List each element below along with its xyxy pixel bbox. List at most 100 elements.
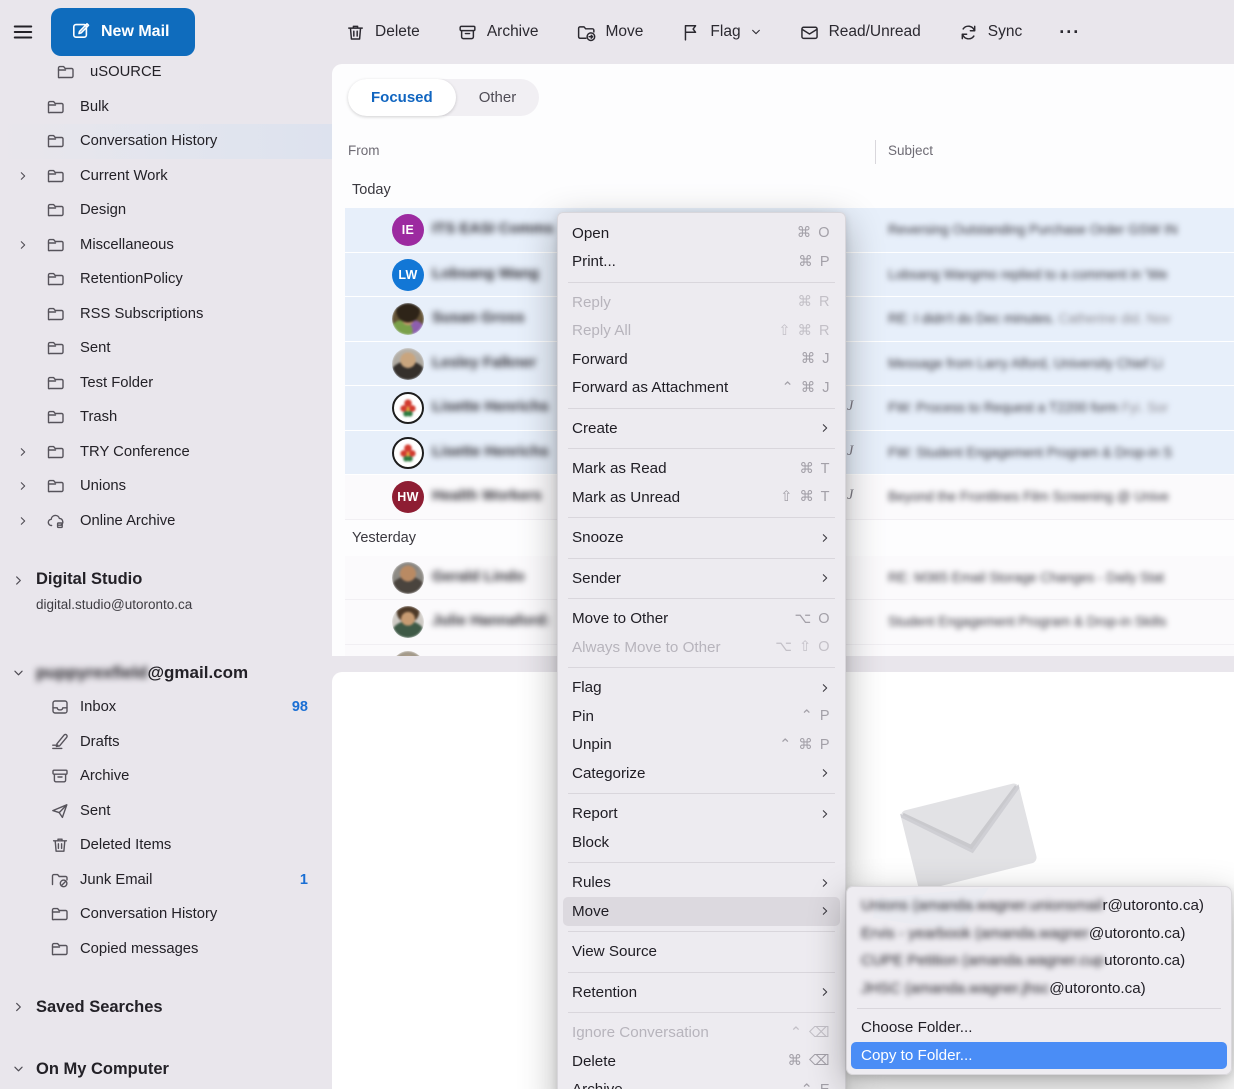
toolbar-label: Flag: [710, 23, 740, 41]
chevron-right-icon: [17, 480, 29, 492]
context-menu: Open⌘ OPrint...⌘ PReply⌘ RReply All⇧ ⌘ R…: [557, 212, 846, 1089]
menu-item-block[interactable]: Block: [563, 828, 840, 857]
sync-icon: [958, 22, 979, 43]
avatar: HW: [392, 481, 424, 513]
sidebar-item-drafts[interactable]: Drafts: [0, 725, 332, 760]
sidebar-item-rss-subscriptions[interactable]: RSS Subscriptions: [0, 297, 332, 332]
sidebar-item-sent[interactable]: Sent: [0, 331, 332, 366]
menu-item-create[interactable]: Create: [563, 414, 840, 443]
toolbar-flag-button[interactable]: Flag: [680, 22, 761, 43]
folder-icon: [46, 131, 66, 151]
sidebar-item-try-conference[interactable]: TRY Conference: [0, 435, 332, 470]
menu-divider: [568, 972, 835, 973]
menu-item-label: View Source: [572, 943, 831, 960]
unread-count-badge: 98: [292, 699, 308, 715]
column-subject[interactable]: Subject: [888, 143, 933, 158]
column-headers: From Subject: [332, 140, 1234, 166]
menu-item-snooze[interactable]: Snooze: [563, 524, 840, 553]
sidebar-item-usource[interactable]: uSOURCE: [0, 55, 332, 90]
menu-item-forward[interactable]: Forward⌘ J: [563, 345, 840, 374]
sidebar-item-design[interactable]: Design: [0, 193, 332, 228]
toolbar-archive-button[interactable]: Archive: [457, 22, 539, 43]
chevron-right-icon[interactable]: [12, 574, 25, 587]
sidebar-item-retentionpolicy[interactable]: RetentionPolicy: [0, 262, 332, 297]
cloud-icon: [46, 511, 66, 531]
menu-item-rules[interactable]: Rules: [563, 869, 840, 898]
sidebar-item-copied-messages[interactable]: Copied messages: [0, 932, 332, 967]
submenu-folder-item[interactable]: Unions (amanda.wagner.unionsmailr@utoron…: [851, 892, 1227, 920]
folder-name-blurred: Unions (amanda.wagner.unionsmail: [861, 897, 1102, 914]
menu-item-flag[interactable]: Flag: [563, 674, 840, 703]
tab-focused[interactable]: Focused: [348, 79, 456, 116]
menu-divider: [568, 558, 835, 559]
menu-item-report[interactable]: Report: [563, 800, 840, 829]
menu-item-label: Ignore Conversation: [572, 1024, 790, 1041]
submenu-folder-item[interactable]: Ervis - yearbook (amanda.wagner@utoronto…: [851, 920, 1227, 948]
menu-item-mark-as-read[interactable]: Mark as Read⌘ T: [563, 455, 840, 484]
menu-item-retention[interactable]: Retention: [563, 978, 840, 1007]
sidebar-item-miscellaneous[interactable]: Miscellaneous: [0, 228, 332, 263]
sidebar-item-unions[interactable]: Unions: [0, 469, 332, 504]
sidebar-item-conversation-history[interactable]: Conversation History: [0, 897, 332, 932]
menu-item-view-source[interactable]: View Source: [563, 938, 840, 967]
hamburger-menu-icon[interactable]: [10, 19, 36, 45]
on-my-computer-header[interactable]: On My Computer: [0, 1052, 332, 1086]
sidebar-item-label: Miscellaneous: [80, 237, 174, 253]
column-from[interactable]: From: [348, 143, 380, 158]
sidebar-item-inbox[interactable]: Inbox98: [0, 690, 332, 725]
menu-item-archive[interactable]: Archive⌃ E: [563, 1076, 840, 1089]
menu-item-move-to-other[interactable]: Move to Other⌥ O: [563, 605, 840, 634]
new-mail-button[interactable]: New Mail: [51, 8, 195, 56]
submenu-item-choose-folder[interactable]: Choose Folder...: [851, 1014, 1227, 1042]
chevron-down-icon[interactable]: [12, 667, 25, 680]
column-divider: [875, 140, 876, 164]
menu-item-forward-as-attachment[interactable]: Forward as Attachment⌃ ⌘ J: [563, 374, 840, 403]
menu-item-pin[interactable]: Pin⌃ P: [563, 702, 840, 731]
chevron-right-icon[interactable]: [12, 1001, 25, 1014]
sender-name-blurred: Julie Hannaford:: [432, 612, 550, 629]
sidebar-item-bulk[interactable]: Bulk: [0, 90, 332, 125]
chevron-right-icon: [17, 170, 29, 182]
sidebar-item-trash[interactable]: Trash: [0, 400, 332, 435]
gmail-folder-list: Inbox98DraftsArchiveSentDeleted ItemsJun…: [0, 690, 332, 966]
chevron-down-icon: [12, 667, 25, 680]
avatar: [392, 651, 424, 657]
sidebar-item-deleted-items[interactable]: Deleted Items: [0, 828, 332, 863]
sidebar-item-archive[interactable]: Archive: [0, 759, 332, 794]
sidebar-item-conversation-history[interactable]: Conversation History: [0, 124, 332, 159]
saved-searches-header[interactable]: Saved Searches: [0, 990, 332, 1024]
sender-name-blurred: Lisette Henrichs: [432, 443, 549, 460]
toolbar-move-button[interactable]: Move: [576, 22, 644, 43]
menu-item-print[interactable]: Print...⌘ P: [563, 248, 840, 277]
account-gmail[interactable]: puppyrexfield@gmail.com: [0, 656, 332, 690]
menu-item-unpin[interactable]: Unpin⌃ ⌘ P: [563, 731, 840, 760]
sidebar-item-online-archive[interactable]: Online Archive: [0, 504, 332, 539]
sidebar-item-sent[interactable]: Sent: [0, 794, 332, 829]
toolbar-delete-button[interactable]: Delete: [345, 22, 420, 43]
submenu-folder-item[interactable]: JHSC (amanda.wagner.jhsc@utoronto.ca): [851, 975, 1227, 1003]
menu-item-reply: Reply⌘ R: [563, 288, 840, 317]
toolbar--button[interactable]: ···: [1059, 27, 1080, 37]
sidebar-item-current-work[interactable]: Current Work: [0, 159, 332, 194]
menu-item-move[interactable]: Move: [563, 897, 840, 926]
chevron-down-icon[interactable]: [12, 1063, 25, 1076]
menu-item-mark-as-unread[interactable]: Mark as Unread⇧ ⌘ T: [563, 483, 840, 512]
submenu-folder-item[interactable]: CUPE Petition (amanda.wagner.cuputoronto…: [851, 947, 1227, 975]
menu-item-delete[interactable]: Delete⌘ ⌫: [563, 1047, 840, 1076]
menu-item-open[interactable]: Open⌘ O: [563, 219, 840, 248]
sidebar-item-test-folder[interactable]: Test Folder: [0, 366, 332, 401]
sidebar-item-junk-email[interactable]: Junk Email1: [0, 863, 332, 898]
folder-list: uSOURCEBulkConversation HistoryCurrent W…: [0, 55, 332, 538]
toolbar-sync-button[interactable]: Sync: [958, 22, 1022, 43]
submenu-item-copy-to-folder[interactable]: Copy to Folder...: [851, 1042, 1227, 1070]
menu-item-sender[interactable]: Sender: [563, 564, 840, 593]
toolbar-read-unread-button[interactable]: Read/Unread: [799, 22, 921, 43]
menu-item-label: Sender: [572, 570, 811, 587]
folder-name-blurred: JHSC (amanda.wagner.jhsc: [861, 980, 1049, 997]
account-digital-studio[interactable]: Digital Studio digital.studio@utoronto.c…: [0, 566, 332, 616]
menu-item-categorize[interactable]: Categorize: [563, 759, 840, 788]
sender-name-blurred: ITS EASI Comms: [432, 220, 554, 237]
compose-icon: [71, 20, 91, 45]
toolbar-label: Archive: [487, 23, 539, 41]
tab-other[interactable]: Other: [456, 79, 540, 116]
